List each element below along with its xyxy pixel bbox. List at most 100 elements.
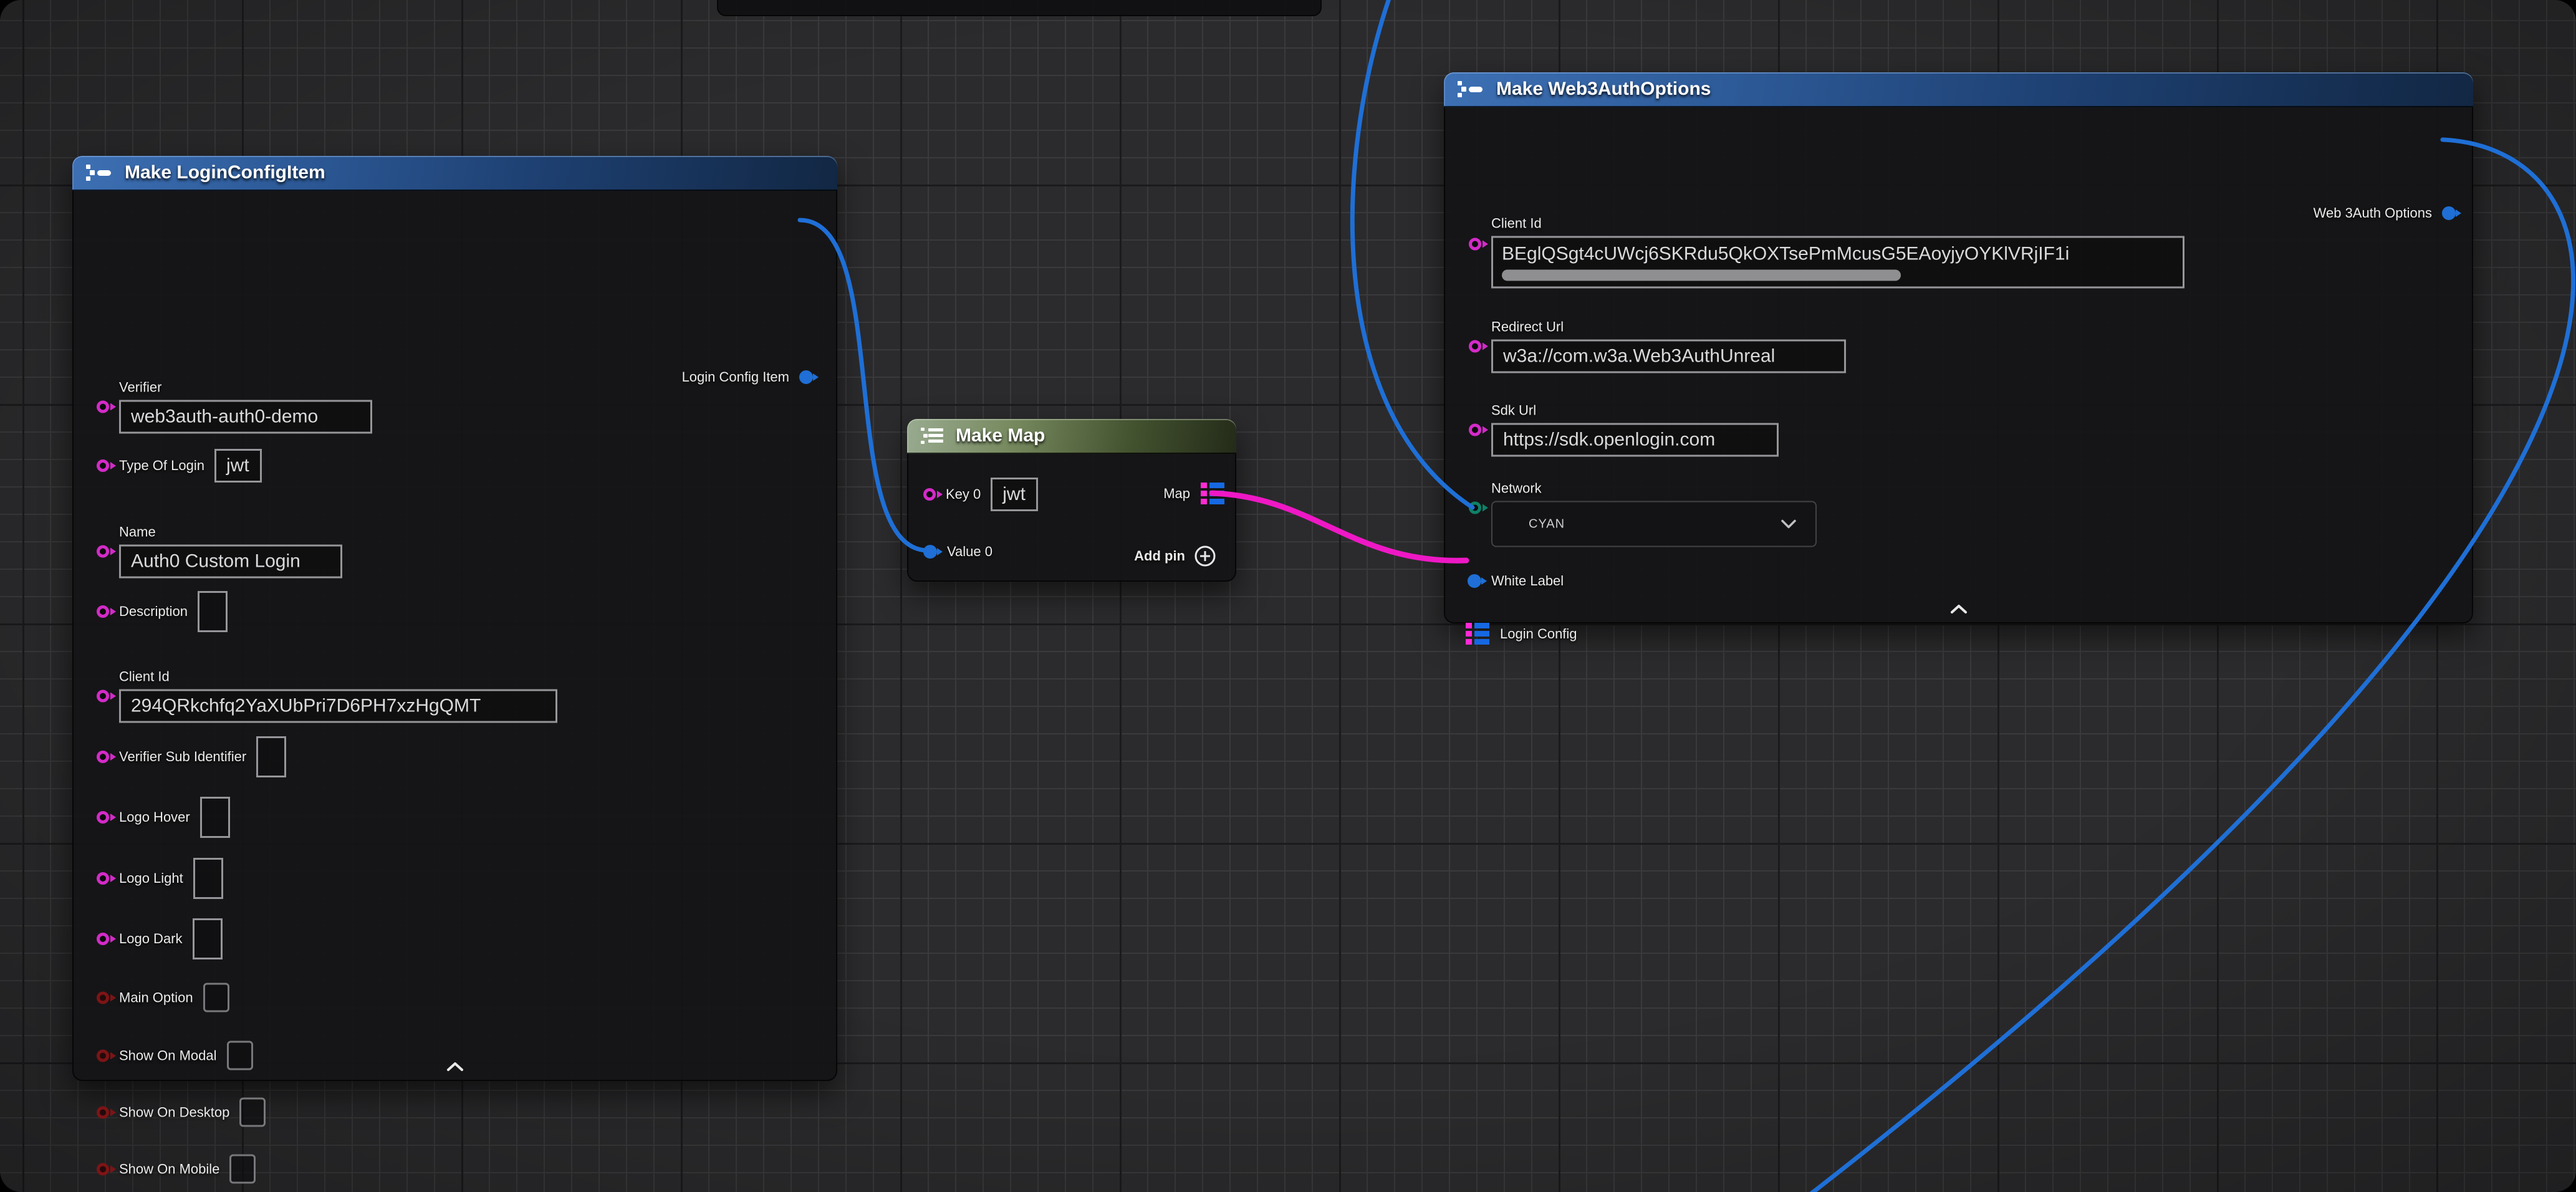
pin-row-logo-hover: Logo Hover <box>97 797 230 838</box>
pin-label: Main Option <box>119 989 193 1006</box>
horizontal-scrollbar[interactable] <box>1502 270 1901 281</box>
logo-dark-input[interactable] <box>193 918 223 959</box>
struct-output-pin-icon[interactable] <box>2442 206 2456 220</box>
string-pin-icon[interactable] <box>97 400 109 413</box>
pin-row-output: Web 3Auth Options <box>2314 205 2456 221</box>
node-header[interactable]: Make Web3AuthOptions <box>1444 72 2473 107</box>
map-pin-icon[interactable] <box>1465 622 1490 646</box>
pin-label: Key 0 <box>946 486 981 502</box>
node-make-map[interactable]: Make Map Key 0 jwt Map Value 0 Add pin <box>907 419 1236 582</box>
pin-row-verifier-sub-identifier: Verifier Sub Identifier <box>97 736 286 777</box>
pin-label: Type Of Login <box>119 458 204 474</box>
client-id-input[interactable]: BEglQSgt4cUWcj6SKRdu5QkOXTsePmMcusG5EAoy… <box>1491 236 2184 289</box>
bool-pin-icon[interactable] <box>97 1163 109 1175</box>
struct-pin-icon[interactable] <box>1468 574 1481 588</box>
show-on-mobile-checkbox[interactable] <box>229 1155 256 1184</box>
bool-pin-icon[interactable] <box>97 991 109 1004</box>
show-on-desktop-checkbox[interactable] <box>239 1098 266 1127</box>
string-pin-icon[interactable] <box>97 751 109 763</box>
node-make-login-config-item[interactable]: Make LoginConfigItem Verifier web3auth-a… <box>72 156 837 1081</box>
pin-row-map-output: Map <box>1163 482 1225 506</box>
pin-row-client-id: Client Id BEglQSgt4cUWcj6SKRdu5QkOXTsePm… <box>1469 216 2184 289</box>
string-pin-icon[interactable] <box>97 811 109 824</box>
logo-light-input[interactable] <box>193 858 223 899</box>
pin-row-logo-light: Logo Light <box>97 858 223 899</box>
client-id-input[interactable]: 294QRkchfq2YaXUbPri7D6PH7xzHgQMT <box>119 690 557 723</box>
pin-label: Logo Hover <box>119 809 190 825</box>
struct-pin-icon[interactable] <box>923 545 937 559</box>
pin-row-white-label: White Label <box>1468 573 1564 589</box>
pin-label: Name <box>119 524 156 541</box>
pin-row-sdk-url: Sdk Url https://sdk.openlogin.com <box>1469 403 1779 457</box>
main-option-checkbox[interactable] <box>203 983 229 1012</box>
collapse-node-button[interactable] <box>1948 602 1970 616</box>
field-value: w3a://com.w3a.Web3AuthUnreal <box>1503 346 1775 367</box>
string-pin-icon[interactable] <box>1469 238 1481 250</box>
node-make-web3auth-options[interactable]: Make Web3AuthOptions Client Id BEglQSgt4… <box>1444 72 2473 623</box>
pin-label: Web 3Auth Options <box>2314 205 2432 221</box>
key-0-input[interactable]: jwt <box>991 478 1038 511</box>
node-header[interactable]: Make Map <box>907 419 1236 454</box>
pin-row-login-config: Login Config <box>1465 622 1577 646</box>
make-struct-icon <box>85 163 113 182</box>
show-on-modal-checkbox[interactable] <box>227 1041 253 1070</box>
node-header[interactable]: Make LoginConfigItem <box>72 156 837 191</box>
string-pin-icon[interactable] <box>97 933 109 945</box>
offscreen-node-bottom-edge <box>717 0 1322 16</box>
enum-pin-icon[interactable] <box>1469 501 1481 514</box>
string-pin-icon[interactable] <box>97 690 109 702</box>
pin-row-show-on-mobile: Show On Mobile <box>97 1155 256 1184</box>
chevron-up-icon <box>1949 604 1968 614</box>
string-pin-icon[interactable] <box>1469 423 1481 436</box>
pin-label: Show On Desktop <box>119 1104 229 1120</box>
string-pin-icon[interactable] <box>97 459 109 472</box>
pin-label: Network <box>1491 481 1542 497</box>
bool-pin-icon[interactable] <box>97 1106 109 1118</box>
struct-output-pin-icon[interactable] <box>799 370 813 384</box>
pin-row-show-on-desktop: Show On Desktop <box>97 1098 266 1127</box>
network-dropdown[interactable]: CYAN <box>1491 501 1817 547</box>
pin-label: Description <box>119 603 188 620</box>
field-value: web3auth-auth0-demo <box>131 406 318 428</box>
pin-label: Logo Dark <box>119 931 183 947</box>
node-title: Make Web3AuthOptions <box>1496 79 1711 100</box>
string-pin-icon[interactable] <box>97 605 109 618</box>
collapse-node-button[interactable] <box>444 1060 466 1074</box>
string-pin-icon[interactable] <box>97 872 109 885</box>
add-pin-label: Add pin <box>1134 548 1185 564</box>
map-pin-icon[interactable] <box>1200 482 1225 506</box>
field-value: https://sdk.openlogin.com <box>1503 430 1715 451</box>
dropdown-value: CYAN <box>1529 517 1565 531</box>
verifier-sub-identifier-input[interactable] <box>256 736 286 777</box>
pin-row-value-0: Value 0 <box>923 544 992 560</box>
chevron-down-icon <box>1781 519 1797 529</box>
pin-row-verifier: Verifier web3auth-auth0-demo <box>97 380 372 434</box>
field-value: jwt <box>226 455 249 476</box>
pin-label: Client Id <box>119 669 170 685</box>
pin-label: Verifier Sub Identifier <box>119 749 246 765</box>
description-input[interactable] <box>198 591 228 632</box>
pin-row-output: Login Config Item <box>682 369 813 385</box>
pin-row-main-option: Main Option <box>97 983 229 1012</box>
string-pin-icon[interactable] <box>97 545 109 557</box>
bool-pin-icon[interactable] <box>97 1049 109 1062</box>
string-pin-icon[interactable] <box>1469 340 1481 352</box>
pin-label: Sdk Url <box>1491 403 1536 419</box>
make-struct-icon <box>1456 80 1485 99</box>
sdk-url-input[interactable]: https://sdk.openlogin.com <box>1491 423 1779 457</box>
pin-row-description: Description <box>97 591 228 632</box>
pin-row-redirect-url: Redirect Url w3a://com.w3a.Web3AuthUnrea… <box>1469 319 1846 373</box>
pin-label: Verifier <box>119 380 161 396</box>
type-of-login-input[interactable]: jwt <box>214 449 262 483</box>
pin-row-client-id: Client Id 294QRkchfq2YaXUbPri7D6PH7xzHgQ… <box>97 669 557 723</box>
wire-map-to-login-config <box>1212 493 1466 560</box>
blueprint-graph-canvas[interactable]: Make LoginConfigItem Verifier web3auth-a… <box>0 0 2576 1192</box>
pin-label: Redirect Url <box>1491 319 1564 335</box>
add-pin-button[interactable]: Add pin <box>1134 545 1216 567</box>
logo-hover-input[interactable] <box>200 797 230 838</box>
pin-label: Show On Modal <box>119 1047 217 1064</box>
redirect-url-input[interactable]: w3a://com.w3a.Web3AuthUnreal <box>1491 340 1846 373</box>
verifier-input[interactable]: web3auth-auth0-demo <box>119 400 372 434</box>
string-pin-icon[interactable] <box>923 488 936 501</box>
name-input[interactable]: Auth0 Custom Login <box>119 545 342 579</box>
